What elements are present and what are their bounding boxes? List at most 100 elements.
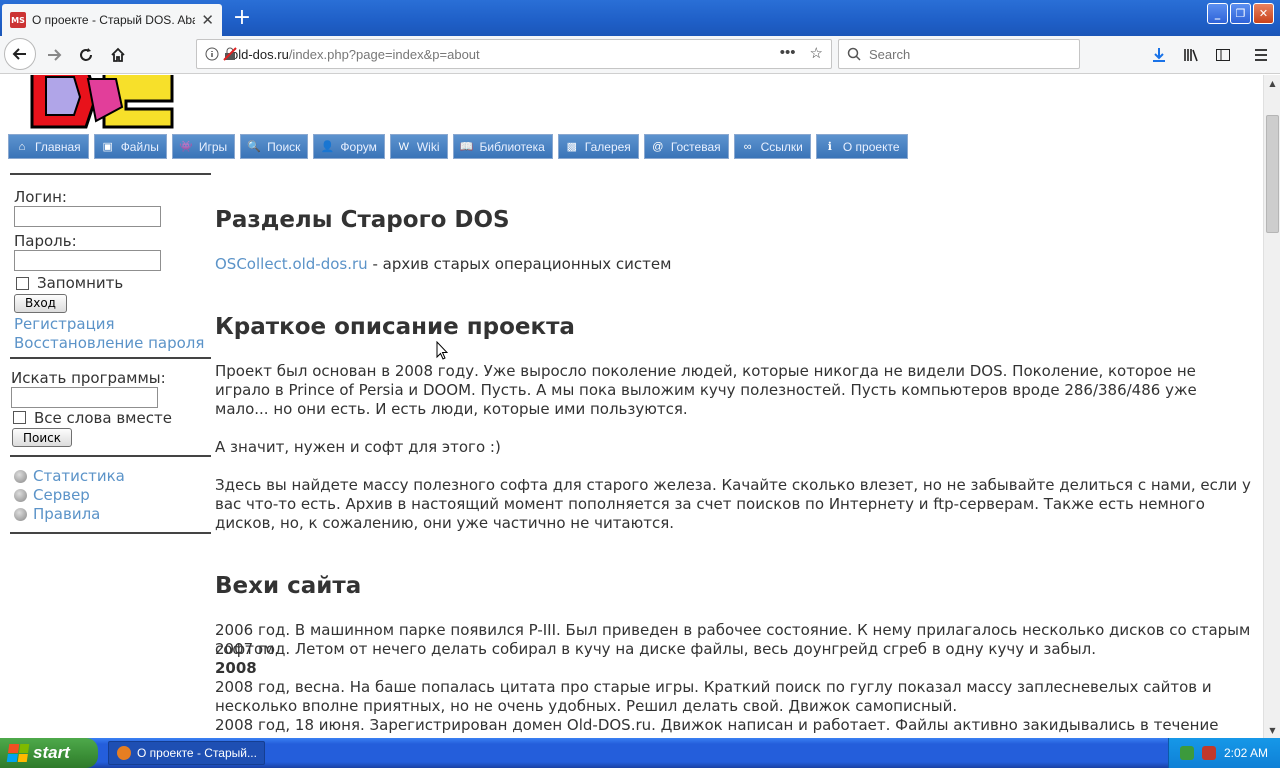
menu-item-label: Гостевая xyxy=(670,139,721,154)
reload-icon[interactable] xyxy=(72,42,100,68)
page-actions-icon[interactable]: ••• xyxy=(780,44,796,62)
taskbar-item-label: О проекте - Старый... xyxy=(137,746,257,760)
menu-item-label: Поиск xyxy=(267,139,301,154)
program-search-button[interactable]: Поиск xyxy=(12,428,73,447)
menu-item-label: Файлы xyxy=(120,139,159,154)
remember-label: Запомнить xyxy=(37,274,124,292)
bullet-icon xyxy=(14,489,27,502)
sidebar-item-label[interactable]: Правила xyxy=(33,505,100,524)
favicon-icon: MS xyxy=(10,12,26,28)
tab-title: О проекте - Старый DOS. Aband xyxy=(32,13,196,27)
library-icon[interactable] xyxy=(1177,42,1205,68)
menu-item-label: Галерея xyxy=(584,139,631,154)
bookmark-star-icon[interactable]: ☆ xyxy=(810,44,823,62)
register-link[interactable]: Регистрация xyxy=(14,315,211,334)
menu-item-label: Форум xyxy=(340,139,377,154)
menu-item-0[interactable]: ⌂ Главная xyxy=(8,134,89,159)
security-shield-icon[interactable] xyxy=(1201,746,1216,760)
scroll-up-icon[interactable]: ▲ xyxy=(1265,75,1280,91)
search-programs-label: Искать программы: xyxy=(11,368,166,387)
network-icon[interactable] xyxy=(1179,746,1194,760)
sidebar-toggle-icon[interactable] xyxy=(1209,42,1237,68)
user-icon: 👤 xyxy=(320,141,335,153)
menu-item-9[interactable]: ∞ Ссылки xyxy=(733,134,811,159)
home-icon[interactable] xyxy=(104,42,132,68)
all-words-checkbox[interactable] xyxy=(13,411,26,424)
browser-nav-bar: old-dos.ru/index.php?page=index&p=about … xyxy=(0,36,1280,74)
menu-item-10[interactable]: ℹ О проекте xyxy=(815,134,908,159)
login-button[interactable]: Вход xyxy=(14,293,67,313)
old-dos-logo[interactable] xyxy=(26,75,174,131)
back-icon[interactable] xyxy=(4,38,36,70)
url-bar[interactable]: old-dos.ru/index.php?page=index&p=about … xyxy=(196,39,832,69)
search-input[interactable] xyxy=(867,45,1067,63)
start-button[interactable]: start xyxy=(0,738,98,768)
oscollect-link[interactable]: OSCollect.old-dos.ru xyxy=(215,255,368,273)
oscollect-paragraph: OSCollect.old-dos.ru - архив старых опер… xyxy=(215,255,1255,274)
all-words-label: Все слова вместе xyxy=(34,408,172,427)
mouse-cursor-icon xyxy=(436,341,448,360)
menu-item-7[interactable]: ▩ Галерея xyxy=(557,134,639,159)
milestone-year-heading: 2008 xyxy=(215,659,257,677)
taskbar-item-browser[interactable]: О проекте - Старый... xyxy=(108,741,265,765)
sidebar-item-label[interactable]: Статистика xyxy=(33,467,125,486)
menu-icon[interactable] xyxy=(1247,42,1275,68)
milestone-2008-spring: 2008 год, весна. На баше попалась цитата… xyxy=(215,678,1212,715)
remember-checkbox[interactable] xyxy=(16,276,29,290)
menu-item-2[interactable]: 👾 Игры xyxy=(171,134,236,159)
menu-item-label: Wiki xyxy=(416,139,440,154)
menu-item-5[interactable]: W Wiki xyxy=(389,134,448,159)
browser-tab[interactable]: MS О проекте - Старый DOS. Aband ✕ xyxy=(2,4,222,36)
sidebar-item-label[interactable]: Сервер xyxy=(33,486,90,505)
download-icon[interactable] xyxy=(1145,42,1173,68)
info-icon[interactable] xyxy=(205,47,219,64)
sidebar-item-statistics[interactable]: Статистика xyxy=(14,467,211,486)
insecure-lock-icon[interactable] xyxy=(223,47,237,64)
close-tab-icon[interactable]: ✕ xyxy=(201,11,214,29)
menu-item-6[interactable]: 📖 Библиотека xyxy=(452,134,553,159)
info-icon: ℹ xyxy=(827,141,832,153)
program-search-input[interactable] xyxy=(11,386,158,408)
menu-item-label: Ссылки xyxy=(760,139,803,154)
page-scrollbar[interactable]: ▲ ▼ xyxy=(1263,75,1280,738)
close-window-button[interactable]: ✕ xyxy=(1253,3,1274,24)
clock: 2:02 AM xyxy=(1223,746,1268,760)
book-icon: 📖 xyxy=(459,141,474,153)
sidebar: Логин: Пароль: Запомнить Вход Регистраци… xyxy=(10,173,211,534)
scroll-down-icon[interactable]: ▼ xyxy=(1265,722,1280,738)
page-viewport: ⌂ Главная ▣ Файлы 👾 Игры 🔍 Поиск 👤 Форум W Wiki 📖 Биб… xyxy=(0,75,1263,738)
search-bar[interactable] xyxy=(838,39,1080,69)
login-field[interactable] xyxy=(14,206,161,227)
window-controls: _ ❐ ✕ xyxy=(1207,3,1274,24)
start-label: start xyxy=(33,743,70,762)
maximize-button[interactable]: ❐ xyxy=(1230,3,1251,24)
divider xyxy=(10,532,211,534)
guestbook-icon: @ xyxy=(652,140,664,153)
minimize-button[interactable]: _ xyxy=(1207,3,1228,24)
menu-item-4[interactable]: 👤 Форум xyxy=(313,134,385,159)
picture-icon: ▩ xyxy=(566,141,577,153)
home-icon: ⌂ xyxy=(18,140,26,153)
search-icon: 🔍 xyxy=(247,141,261,153)
url-domain: old-dos.ru xyxy=(231,46,289,62)
link-icon: ∞ xyxy=(743,140,752,153)
new-tab-icon[interactable]: + xyxy=(228,4,256,30)
menu-item-3[interactable]: 🔍 Поиск xyxy=(240,134,309,159)
scrollbar-thumb[interactable] xyxy=(1266,115,1279,233)
search-icon xyxy=(847,47,861,61)
forward-icon[interactable] xyxy=(40,42,68,68)
section-title-description: Краткое описание проекта xyxy=(215,314,575,340)
restore-password-link[interactable]: Восстановление пароля xyxy=(14,334,211,353)
menu-item-label: Главная xyxy=(35,139,81,154)
password-field[interactable] xyxy=(14,250,161,271)
menu-item-8[interactable]: @ Гостевая xyxy=(643,134,729,159)
bullet-icon xyxy=(14,508,27,521)
menu-item-label: Библиотека xyxy=(479,139,545,154)
sidebar-item-rules[interactable]: Правила xyxy=(14,505,211,524)
terminal-icon: ▣ xyxy=(102,141,113,153)
wiki-icon: W xyxy=(398,140,410,153)
sidebar-item-server[interactable]: Сервер xyxy=(14,486,211,505)
paragraph-software: А значит, нужен и софт для этого :) xyxy=(215,438,501,456)
menu-item-1[interactable]: ▣ Файлы xyxy=(93,134,167,159)
section-title-sections: Разделы Старого DOS xyxy=(215,207,510,233)
